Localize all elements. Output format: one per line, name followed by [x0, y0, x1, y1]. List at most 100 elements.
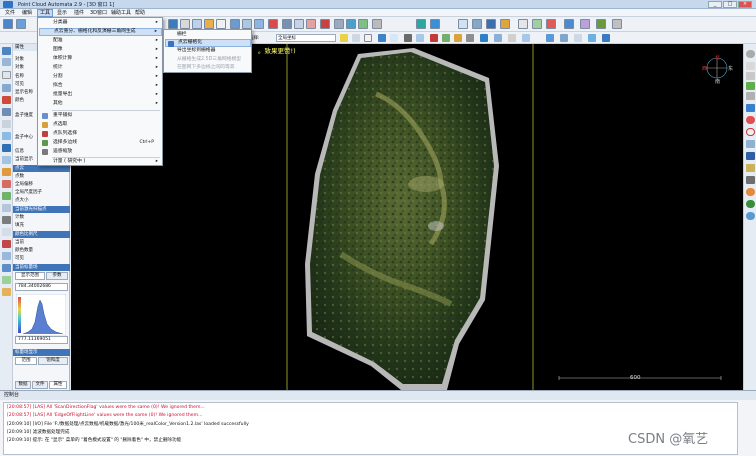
export-icon[interactable]: [602, 34, 610, 42]
plugin-g-icon[interactable]: [564, 19, 574, 29]
view-top-icon[interactable]: [746, 62, 755, 70]
close-button[interactable]: ×: [738, 1, 752, 8]
menu-item-measure[interactable]: 计量 ( 研究中 ) ▸: [39, 158, 162, 166]
menu-edit[interactable]: 编辑: [20, 9, 34, 17]
menu-item-point-pick[interactable]: 点选取: [39, 121, 162, 129]
menu-display[interactable]: 显示: [55, 9, 69, 17]
scalar-tool-icon[interactable]: [216, 19, 226, 29]
plugin-f-icon[interactable]: [546, 19, 556, 29]
cross-tool-icon[interactable]: [372, 19, 382, 29]
menu-item-registration[interactable]: 配准 ▸: [39, 37, 162, 45]
point-cloud-canvas[interactable]: [71, 44, 743, 390]
menu-tools[interactable]: 工具: [37, 9, 54, 17]
frame-icon[interactable]: [352, 34, 360, 42]
view-right-icon[interactable]: [746, 104, 755, 112]
light-icon[interactable]: [522, 34, 530, 42]
filter-tool-icon[interactable]: [242, 19, 252, 29]
tab-display-range[interactable]: 显示范围: [15, 272, 45, 280]
view-left-icon[interactable]: [746, 82, 755, 90]
axis-icon[interactable]: [2, 96, 11, 104]
light-icon-r[interactable]: [746, 116, 755, 124]
submenu-item-rasterize-cloud[interactable]: 点云栅格化: [165, 39, 251, 47]
menu-item-statistics[interactable]: 统计 ▸: [39, 64, 162, 72]
filter-icon[interactable]: [588, 34, 596, 42]
minimize-button[interactable]: _: [708, 1, 722, 8]
file-icon[interactable]: [2, 58, 11, 66]
maximize-button[interactable]: □: [723, 1, 737, 8]
remove-icon[interactable]: [320, 19, 330, 29]
tree-icon[interactable]: [746, 200, 755, 208]
refresh-icon[interactable]: [480, 34, 488, 42]
menu-3d-window[interactable]: 3D窗口: [88, 9, 109, 17]
menu-item-segmentation[interactable]: 分割 ▸: [39, 73, 162, 81]
pencil-icon[interactable]: [454, 34, 462, 42]
plugin-b-icon[interactable]: [486, 19, 496, 29]
menu-item-other[interactable]: 其他 ▸: [39, 100, 162, 108]
measure-icon[interactable]: [2, 276, 11, 284]
sf-max-value[interactable]: 784.34002686: [15, 283, 68, 291]
plane-icon[interactable]: [2, 71, 11, 79]
menu-item-retile[interactable]: 重平铺拟: [39, 112, 162, 120]
sample-tool-icon[interactable]: [254, 19, 264, 29]
plugin-c-icon[interactable]: [500, 19, 510, 29]
sample-icon[interactable]: [2, 204, 11, 212]
zoom-out-icon[interactable]: [2, 144, 11, 152]
label-icon[interactable]: [2, 264, 11, 272]
more-icon[interactable]: [508, 34, 516, 42]
mesh-icon[interactable]: [2, 252, 11, 260]
view-iso-icon[interactable]: [746, 50, 755, 58]
camera-icon-r[interactable]: [746, 140, 755, 148]
cut-icon[interactable]: [2, 120, 11, 128]
globe-icon-r[interactable]: [746, 212, 755, 220]
tab-file[interactable]: 文件: [32, 381, 48, 389]
view-back-icon[interactable]: [746, 92, 755, 100]
plugin-j-icon[interactable]: [612, 19, 622, 29]
globe-icon[interactable]: [404, 34, 412, 42]
plugin-h-icon[interactable]: [580, 19, 590, 29]
normal-icon[interactable]: [2, 192, 11, 200]
merge-icon[interactable]: [334, 19, 344, 29]
zoom-icon[interactable]: [378, 34, 386, 42]
menu-item-rasterize[interactable]: 点云重分、栅格化和反演栅三角网生成 ▸: [39, 28, 162, 36]
save-icon[interactable]: [16, 19, 26, 29]
edit-icon[interactable]: [390, 34, 398, 42]
image-tool-icon[interactable]: [458, 19, 468, 29]
menu-item-classifier[interactable]: 分类器 ▸: [39, 19, 162, 27]
menu-file[interactable]: 文件: [3, 9, 17, 17]
view-front-icon[interactable]: [746, 72, 755, 80]
tab-params[interactable]: 参数: [46, 272, 68, 280]
fit-icon[interactable]: [2, 156, 11, 164]
menu-item-fitting[interactable]: 拟合 ▸: [39, 82, 162, 90]
arrow-icon[interactable]: [560, 34, 568, 42]
tab-data[interactable]: 数据: [15, 381, 31, 389]
submenu-item-export-raster[interactable]: 导出坐标到栅格器: [165, 47, 251, 55]
tag-icon[interactable]: [2, 288, 11, 296]
plane-fit-icon[interactable]: [2, 240, 11, 248]
sf-min-value[interactable]: 777.11169051: [15, 336, 68, 344]
snap-icon[interactable]: [574, 34, 582, 42]
north-icon[interactable]: [746, 152, 755, 160]
pen-icon[interactable]: [746, 164, 755, 172]
settings-icon[interactable]: [546, 34, 554, 42]
plugin-d-icon[interactable]: [518, 19, 528, 29]
tab-saturation[interactable]: 饱和度: [38, 357, 68, 365]
coordinate-combo[interactable]: 全局坐标: [276, 34, 336, 42]
mesh-tool-icon[interactable]: [180, 19, 190, 29]
link-icon[interactable]: [494, 34, 502, 42]
cloud-tool-icon[interactable]: [168, 19, 178, 29]
compare-tool-icon[interactable]: [294, 19, 304, 29]
menu-item-batch-export[interactable]: 批量导出 ▸: [39, 91, 162, 99]
color-tool-icon[interactable]: [204, 19, 214, 29]
menu-item-volume[interactable]: 体积计算 ▸: [39, 55, 162, 63]
target-icon[interactable]: [430, 34, 438, 42]
plugin-a-icon[interactable]: [472, 19, 482, 29]
crop-icon[interactable]: [2, 228, 11, 236]
menu-item-image[interactable]: 图像 ▸: [39, 46, 162, 54]
normal-tool-icon[interactable]: [230, 19, 240, 29]
camera-icon[interactable]: [416, 34, 424, 42]
menu-help[interactable]: 帮助: [133, 9, 147, 17]
menu-item-polyline[interactable]: 选择多边线 Ctrl+P: [39, 139, 162, 147]
edit-tool-icon[interactable]: [282, 19, 292, 29]
submenu-item-fence[interactable]: 栅栏: [165, 31, 251, 39]
zoom-in-icon[interactable]: [2, 132, 11, 140]
